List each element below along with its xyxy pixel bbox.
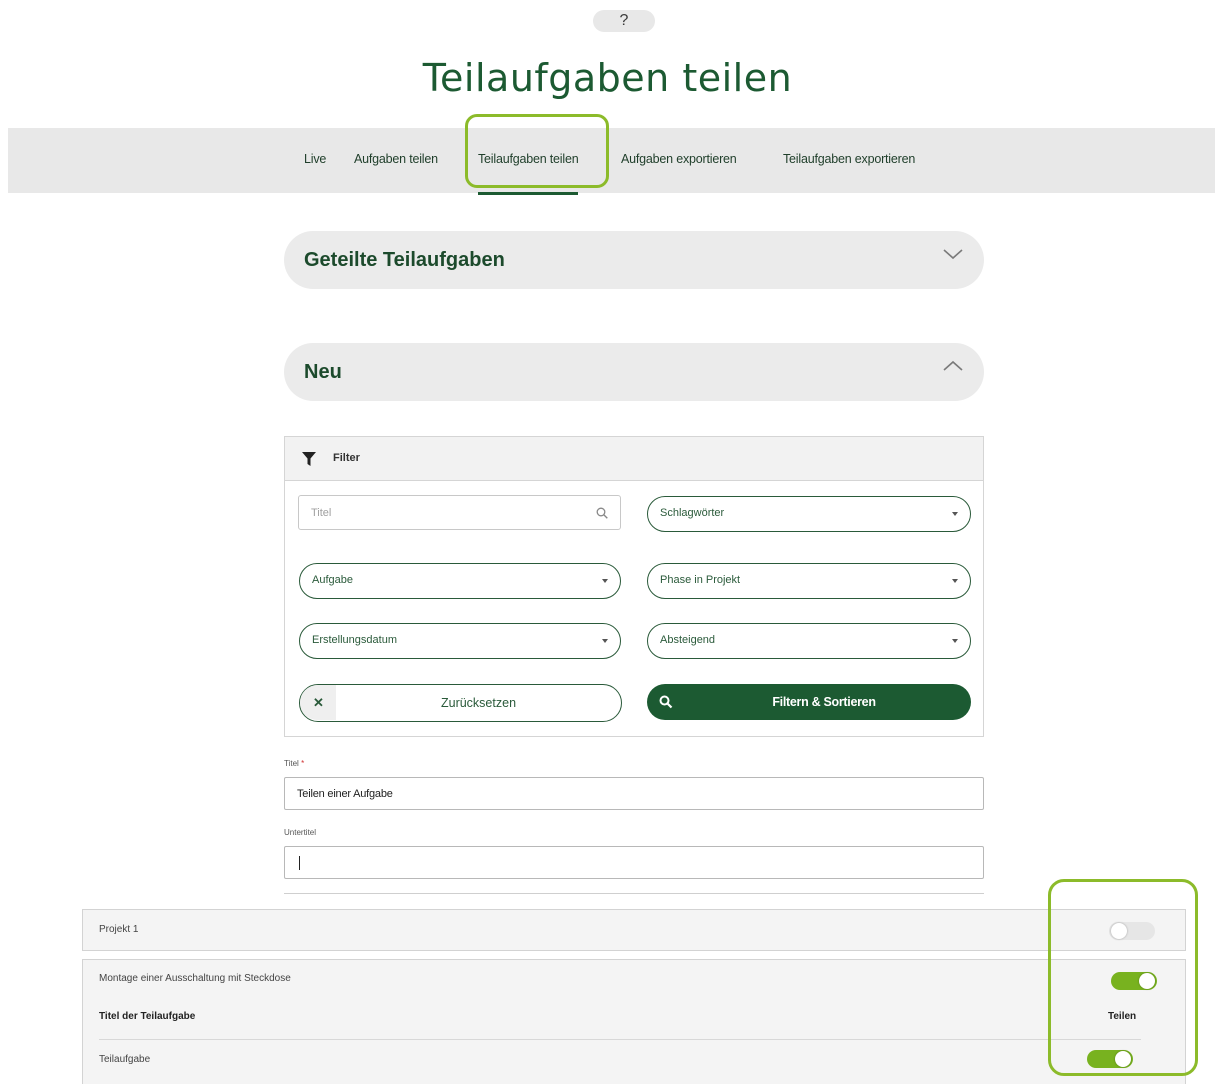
accordion-title: Neu: [304, 361, 342, 383]
reset-button[interactable]: ✕ Zurücksetzen: [299, 684, 622, 722]
caret-down-icon: [952, 512, 958, 516]
caret-down-icon: [602, 639, 608, 643]
reset-label: Zurücksetzen: [440, 696, 517, 710]
toggle-knob: [1115, 1051, 1131, 1067]
page-title: Teilaufgaben teilen: [422, 56, 793, 100]
help-button[interactable]: ?: [593, 10, 655, 32]
search-icon: [659, 695, 673, 709]
task-select-value: Aufgabe: [312, 574, 353, 586]
caret-down-icon: [952, 579, 958, 583]
tab-teilaufgaben-exportieren[interactable]: Teilaufgaben exportieren: [783, 152, 915, 166]
chevron-down-icon: [943, 249, 963, 260]
accordion-geteilte-teilaufgaben[interactable]: Geteilte Teilaufgaben: [284, 231, 984, 289]
caret-down-icon: [602, 579, 608, 583]
subtask-label: Teilaufgabe: [99, 1054, 151, 1065]
project-row[interactable]: Projekt 1: [82, 909, 1186, 951]
tab-aufgaben-exportieren[interactable]: Aufgaben exportieren: [621, 152, 737, 166]
title-search-placeholder: Titel: [311, 507, 332, 519]
task-row: Montage einer Ausschaltung mit Steckdose…: [82, 959, 1186, 1084]
title-input[interactable]: Teilen einer Aufgabe: [284, 777, 984, 810]
accordion-neu[interactable]: Neu: [284, 343, 984, 401]
subtask-share-toggle[interactable]: [1087, 1050, 1133, 1068]
tags-select[interactable]: Schlagwörter: [647, 496, 971, 532]
toggle-knob: [1111, 923, 1127, 939]
search-icon: [596, 507, 608, 519]
phase-select[interactable]: Phase in Projekt: [647, 563, 971, 599]
order-select[interactable]: Absteigend: [647, 623, 971, 659]
title-search-input[interactable]: Titel: [298, 495, 621, 530]
date-select-value: Erstellungsdatum: [312, 634, 397, 646]
title-field-label: Titel *: [284, 759, 305, 768]
title-input-value: Teilen einer Aufgabe: [297, 788, 393, 800]
subtitle-input[interactable]: [284, 846, 984, 879]
filter-header[interactable]: Filter: [285, 437, 983, 481]
tab-live[interactable]: Live: [304, 152, 326, 166]
caret-down-icon: [952, 639, 958, 643]
divider: [284, 893, 984, 894]
tags-select-value: Schlagwörter: [660, 507, 725, 519]
tab-teilaufgaben-teilen[interactable]: Teilaufgaben teilen: [478, 152, 579, 195]
funnel-icon: [302, 452, 316, 466]
task-share-toggle[interactable]: [1111, 972, 1157, 990]
tab-aufgaben-teilen[interactable]: Aufgaben teilen: [354, 152, 438, 166]
accordion-title: Geteilte Teilaufgaben: [304, 249, 505, 271]
filter-sort-button[interactable]: Filtern & Sortieren: [647, 684, 971, 720]
tab-navigation: Live Aufgaben teilen Teilaufgaben teilen…: [8, 128, 1215, 195]
project-share-toggle[interactable]: [1109, 922, 1155, 940]
filter-sort-label: Filtern & Sortieren: [772, 695, 876, 709]
column-header-title: Titel der Teilaufgabe: [99, 1011, 196, 1022]
required-marker: *: [301, 759, 305, 768]
toggle-knob: [1139, 973, 1155, 989]
task-select[interactable]: Aufgabe: [299, 563, 621, 599]
project-label: Projekt 1: [99, 924, 139, 935]
filter-heading: Filter: [333, 452, 360, 464]
filter-panel: Filter Titel Schlagwörter Aufgabe Phase …: [284, 436, 984, 737]
date-select[interactable]: Erstellungsdatum: [299, 623, 621, 659]
task-label: Montage einer Ausschaltung mit Steckdose: [99, 973, 291, 984]
text-cursor: [299, 856, 300, 870]
chevron-up-icon: [943, 360, 963, 371]
subtitle-field-label: Untertitel: [284, 828, 317, 837]
row-divider: [99, 1039, 1141, 1040]
close-icon: ✕: [313, 695, 324, 710]
phase-select-value: Phase in Projekt: [660, 574, 741, 586]
order-select-value: Absteigend: [660, 634, 716, 646]
column-header-share: Teilen: [1108, 1011, 1137, 1022]
